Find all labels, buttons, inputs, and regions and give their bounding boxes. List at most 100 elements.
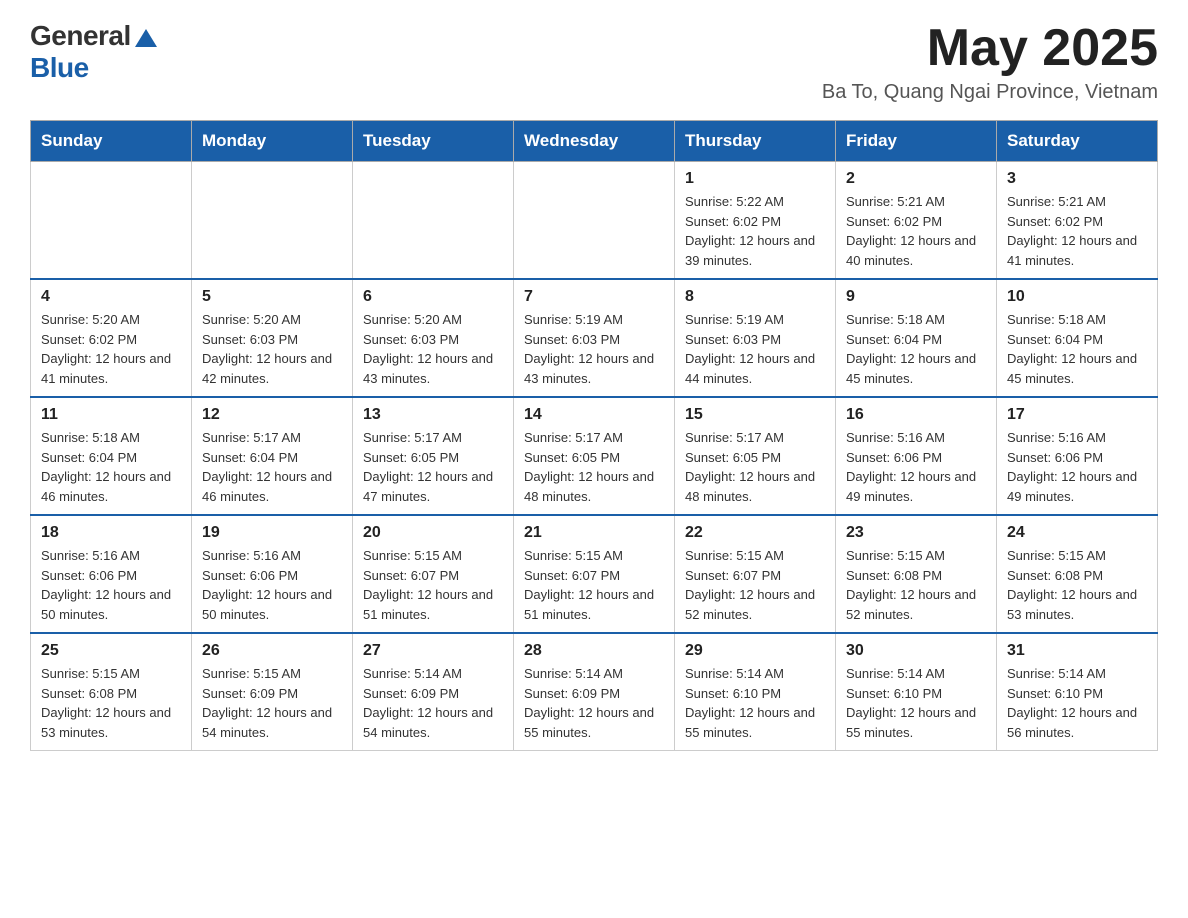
day-info: Sunrise: 5:15 AM Sunset: 6:07 PM Dayligh…	[524, 546, 664, 624]
calendar-cell: 11 Sunrise: 5:18 AM Sunset: 6:04 PM Dayli…	[31, 397, 192, 515]
day-number: 26	[202, 642, 342, 660]
calendar-cell: 31 Sunrise: 5:14 AM Sunset: 6:10 PM Dayli…	[997, 633, 1158, 751]
calendar-cell: 18 Sunrise: 5:16 AM Sunset: 6:06 PM Dayli…	[31, 515, 192, 633]
calendar-cell: 12 Sunrise: 5:17 AM Sunset: 6:04 PM Dayli…	[192, 397, 353, 515]
day-number: 7	[524, 288, 664, 306]
page-header: General Blue May 2025 Ba To, Quang Ngai …	[30, 20, 1158, 104]
calendar-cell	[514, 162, 675, 280]
day-number: 22	[685, 524, 825, 542]
day-info: Sunrise: 5:15 AM Sunset: 6:08 PM Dayligh…	[41, 664, 181, 742]
day-info: Sunrise: 5:17 AM Sunset: 6:05 PM Dayligh…	[524, 428, 664, 506]
day-number: 20	[363, 524, 503, 542]
calendar-week-row: 4 Sunrise: 5:20 AM Sunset: 6:02 PM Daylig…	[31, 279, 1158, 397]
calendar-cell: 13 Sunrise: 5:17 AM Sunset: 6:05 PM Dayli…	[353, 397, 514, 515]
day-info: Sunrise: 5:18 AM Sunset: 6:04 PM Dayligh…	[1007, 310, 1147, 388]
calendar-cell: 9 Sunrise: 5:18 AM Sunset: 6:04 PM Daylig…	[836, 279, 997, 397]
calendar-cell: 19 Sunrise: 5:16 AM Sunset: 6:06 PM Dayli…	[192, 515, 353, 633]
weekday-header-wednesday: Wednesday	[514, 121, 675, 162]
day-info: Sunrise: 5:16 AM Sunset: 6:06 PM Dayligh…	[1007, 428, 1147, 506]
calendar-cell: 30Sunrise: 5:14 AM Sunset: 6:10 PM Dayli…	[836, 633, 997, 751]
calendar-week-row: 18 Sunrise: 5:16 AM Sunset: 6:06 PM Dayli…	[31, 515, 1158, 633]
calendar-cell: 28Sunrise: 5:14 AM Sunset: 6:09 PM Dayli…	[514, 633, 675, 751]
day-info: Sunrise: 5:14 AM Sunset: 6:10 PM Dayligh…	[1007, 664, 1147, 742]
day-number: 3	[1007, 170, 1147, 188]
day-info: Sunrise: 5:16 AM Sunset: 6:06 PM Dayligh…	[41, 546, 181, 624]
weekday-header-monday: Monday	[192, 121, 353, 162]
day-info: Sunrise: 5:22 AM Sunset: 6:02 PM Dayligh…	[685, 192, 825, 270]
day-info: Sunrise: 5:18 AM Sunset: 6:04 PM Dayligh…	[41, 428, 181, 506]
day-info: Sunrise: 5:20 AM Sunset: 6:02 PM Dayligh…	[41, 310, 181, 388]
day-number: 2	[846, 170, 986, 188]
day-number: 17	[1007, 406, 1147, 424]
day-info: Sunrise: 5:14 AM Sunset: 6:10 PM Dayligh…	[846, 664, 986, 742]
calendar-cell: 4 Sunrise: 5:20 AM Sunset: 6:02 PM Daylig…	[31, 279, 192, 397]
day-info: Sunrise: 5:17 AM Sunset: 6:05 PM Dayligh…	[363, 428, 503, 506]
day-info: Sunrise: 5:14 AM Sunset: 6:10 PM Dayligh…	[685, 664, 825, 742]
day-info: Sunrise: 5:15 AM Sunset: 6:08 PM Dayligh…	[846, 546, 986, 624]
day-number: 12	[202, 406, 342, 424]
calendar-cell: 27 Sunrise: 5:14 AM Sunset: 6:09 PM Dayli…	[353, 633, 514, 751]
day-number: 13	[363, 406, 503, 424]
day-number: 4	[41, 288, 181, 306]
day-number: 25	[41, 642, 181, 660]
day-info: Sunrise: 5:16 AM Sunset: 6:06 PM Dayligh…	[846, 428, 986, 506]
calendar-cell: 3 Sunrise: 5:21 AM Sunset: 6:02 PM Daylig…	[997, 162, 1158, 280]
day-number: 14	[524, 406, 664, 424]
weekday-header-sunday: Sunday	[31, 121, 192, 162]
day-info: Sunrise: 5:18 AM Sunset: 6:04 PM Dayligh…	[846, 310, 986, 388]
day-info: Sunrise: 5:15 AM Sunset: 6:09 PM Dayligh…	[202, 664, 342, 742]
day-info: Sunrise: 5:19 AM Sunset: 6:03 PM Dayligh…	[524, 310, 664, 388]
weekday-header-tuesday: Tuesday	[353, 121, 514, 162]
day-info: Sunrise: 5:21 AM Sunset: 6:02 PM Dayligh…	[846, 192, 986, 270]
day-number: 8	[685, 288, 825, 306]
calendar-cell: 20Sunrise: 5:15 AM Sunset: 6:07 PM Dayli…	[353, 515, 514, 633]
calendar-cell: 25 Sunrise: 5:15 AM Sunset: 6:08 PM Dayli…	[31, 633, 192, 751]
day-number: 15	[685, 406, 825, 424]
calendar-cell	[353, 162, 514, 280]
calendar-week-row: 25 Sunrise: 5:15 AM Sunset: 6:08 PM Dayli…	[31, 633, 1158, 751]
day-info: Sunrise: 5:19 AM Sunset: 6:03 PM Dayligh…	[685, 310, 825, 388]
day-number: 27	[363, 642, 503, 660]
month-title: May 2025	[822, 20, 1158, 77]
day-number: 11	[41, 406, 181, 424]
day-number: 16	[846, 406, 986, 424]
day-info: Sunrise: 5:14 AM Sunset: 6:09 PM Dayligh…	[363, 664, 503, 742]
day-number: 29	[685, 642, 825, 660]
day-info: Sunrise: 5:15 AM Sunset: 6:08 PM Dayligh…	[1007, 546, 1147, 624]
calendar-cell: 21Sunrise: 5:15 AM Sunset: 6:07 PM Dayli…	[514, 515, 675, 633]
location-title: Ba To, Quang Ngai Province, Vietnam	[822, 81, 1158, 104]
calendar-week-row: 1 Sunrise: 5:22 AM Sunset: 6:02 PM Daylig…	[31, 162, 1158, 280]
day-number: 10	[1007, 288, 1147, 306]
day-number: 18	[41, 524, 181, 542]
calendar-week-row: 11 Sunrise: 5:18 AM Sunset: 6:04 PM Dayli…	[31, 397, 1158, 515]
calendar-cell	[31, 162, 192, 280]
day-info: Sunrise: 5:21 AM Sunset: 6:02 PM Dayligh…	[1007, 192, 1147, 270]
calendar-cell: 23 Sunrise: 5:15 AM Sunset: 6:08 PM Dayli…	[836, 515, 997, 633]
calendar-cell: 14 Sunrise: 5:17 AM Sunset: 6:05 PM Dayli…	[514, 397, 675, 515]
weekday-header-thursday: Thursday	[675, 121, 836, 162]
calendar-cell: 2 Sunrise: 5:21 AM Sunset: 6:02 PM Daylig…	[836, 162, 997, 280]
calendar-cell: 26 Sunrise: 5:15 AM Sunset: 6:09 PM Dayli…	[192, 633, 353, 751]
day-info: Sunrise: 5:20 AM Sunset: 6:03 PM Dayligh…	[363, 310, 503, 388]
day-info: Sunrise: 5:17 AM Sunset: 6:05 PM Dayligh…	[685, 428, 825, 506]
calendar-cell: 24 Sunrise: 5:15 AM Sunset: 6:08 PM Dayli…	[997, 515, 1158, 633]
calendar-header-row: SundayMondayTuesdayWednesdayThursdayFrid…	[31, 121, 1158, 162]
day-info: Sunrise: 5:17 AM Sunset: 6:04 PM Dayligh…	[202, 428, 342, 506]
day-number: 5	[202, 288, 342, 306]
day-number: 9	[846, 288, 986, 306]
day-number: 31	[1007, 642, 1147, 660]
title-area: May 2025 Ba To, Quang Ngai Province, Vie…	[822, 20, 1158, 104]
calendar-table: SundayMondayTuesdayWednesdayThursdayFrid…	[30, 120, 1158, 751]
day-info: Sunrise: 5:16 AM Sunset: 6:06 PM Dayligh…	[202, 546, 342, 624]
day-info: Sunrise: 5:15 AM Sunset: 6:07 PM Dayligh…	[685, 546, 825, 624]
calendar-cell: 22 Sunrise: 5:15 AM Sunset: 6:07 PM Dayli…	[675, 515, 836, 633]
day-number: 19	[202, 524, 342, 542]
calendar-cell: 10 Sunrise: 5:18 AM Sunset: 6:04 PM Dayli…	[997, 279, 1158, 397]
day-number: 1	[685, 170, 825, 188]
day-number: 23	[846, 524, 986, 542]
calendar-cell: 29 Sunrise: 5:14 AM Sunset: 6:10 PM Dayli…	[675, 633, 836, 751]
calendar-cell: 5Sunrise: 5:20 AM Sunset: 6:03 PM Daylig…	[192, 279, 353, 397]
day-number: 24	[1007, 524, 1147, 542]
calendar-cell	[192, 162, 353, 280]
logo-blue-text: Blue	[30, 52, 89, 83]
